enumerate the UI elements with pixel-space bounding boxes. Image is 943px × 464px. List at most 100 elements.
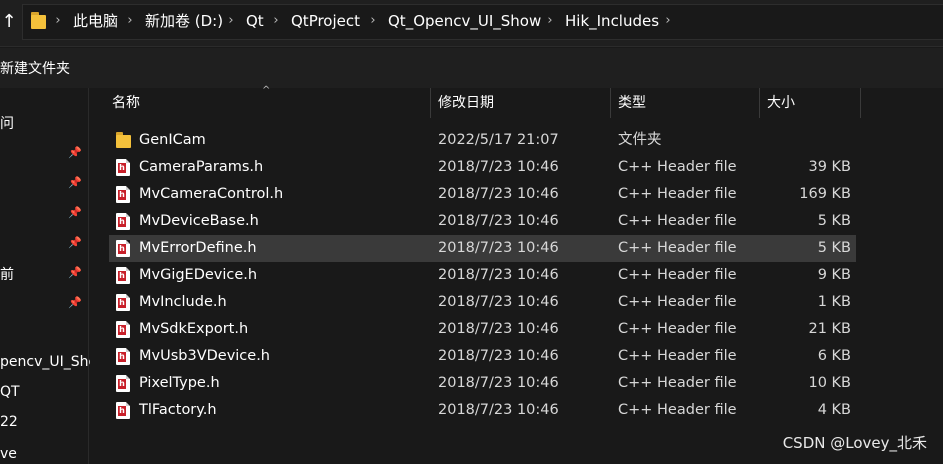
breadcrumb-qtproject[interactable]: QtProject: [291, 11, 360, 31]
sort-ascending-icon: ^: [262, 85, 271, 96]
nav-item[interactable]: QT: [0, 384, 20, 400]
file-size: 6 KB: [817, 348, 851, 364]
up-arrow-icon[interactable]: ↑: [0, 10, 18, 34]
file-type: C++ Header file: [618, 348, 737, 364]
file-size: 9 KB: [817, 267, 851, 283]
header-file-icon: h: [116, 402, 130, 419]
file-date: 2018/7/23 10:46: [438, 186, 559, 202]
navigation-pane: 问 📌 📌 📌 📌 前 📌 📌 pencv_UI_Sho QT 22 ve: [0, 88, 90, 464]
file-size: 1 KB: [817, 294, 851, 310]
file-row[interactable]: h MvGigEDevice.h 2018/7/23 10:46 C++ Hea…: [109, 262, 856, 289]
chevron-right-icon[interactable]: ›: [368, 11, 378, 31]
file-size: 5 KB: [817, 213, 851, 229]
header-file-icon: h: [116, 375, 130, 392]
pin-icon[interactable]: 📌: [68, 296, 82, 310]
chevron-right-icon[interactable]: ›: [663, 11, 673, 31]
breadcrumb-this-pc[interactable]: 此电脑: [73, 11, 118, 31]
file-size: [759, 127, 851, 154]
folder-icon: [116, 132, 131, 148]
address-bar: ↑ › 此电脑 › 新加卷 (D:) › Qt › QtProject › Qt…: [0, 0, 943, 47]
file-name: PixelType.h: [139, 375, 220, 391]
file-date: 2018/7/23 10:46: [438, 321, 559, 337]
file-name: MvGigEDevice.h: [139, 267, 258, 283]
file-size: 39 KB: [808, 159, 851, 175]
file-type: C++ Header file: [618, 186, 737, 202]
file-size: 169 KB: [799, 186, 851, 202]
header-file-icon: h: [116, 348, 130, 365]
nav-item[interactable]: 问: [0, 113, 14, 133]
pin-icon[interactable]: 📌: [68, 176, 82, 190]
file-type: C++ Header file: [618, 375, 737, 391]
header-file-icon: h: [116, 186, 130, 203]
nav-item[interactable]: pencv_UI_Sho: [0, 354, 90, 370]
file-date: 2022/5/17 21:07: [438, 132, 559, 148]
file-row[interactable]: h MvUsb3VDevice.h 2018/7/23 10:46 C++ He…: [109, 343, 856, 370]
chevron-right-icon[interactable]: ›: [125, 11, 135, 31]
file-date: 2018/7/23 10:46: [438, 267, 559, 283]
watermark: CSDN @Lovey_北禾: [782, 434, 927, 452]
file-name: MvErrorDefine.h: [139, 240, 257, 256]
nav-item[interactable]: 22: [0, 414, 18, 430]
column-divider[interactable]: [610, 88, 611, 118]
pin-icon[interactable]: 📌: [68, 236, 82, 250]
column-header-type[interactable]: 类型: [618, 88, 646, 118]
file-row[interactable]: h PixelType.h 2018/7/23 10:46 C++ Header…: [109, 370, 856, 397]
header-file-icon: h: [116, 159, 130, 176]
pane-divider[interactable]: [88, 88, 89, 464]
breadcrumb-hik-includes[interactable]: Hik_Includes: [565, 11, 659, 31]
file-date: 2018/7/23 10:46: [438, 348, 559, 364]
breadcrumb-drive-d[interactable]: 新加卷 (D:): [145, 11, 223, 31]
file-type: 文件夹: [618, 132, 662, 148]
file-date: 2018/7/23 10:46: [438, 159, 559, 175]
file-type: C++ Header file: [618, 213, 737, 229]
file-type: C++ Header file: [618, 321, 737, 337]
breadcrumb-qt[interactable]: Qt: [246, 11, 264, 31]
file-type: C++ Header file: [618, 159, 737, 175]
pin-icon[interactable]: 📌: [68, 206, 82, 220]
file-name: GenICam: [139, 132, 206, 148]
column-divider[interactable]: [860, 88, 861, 118]
command-bar: 新建文件夹: [0, 48, 943, 88]
file-name: CameraParams.h: [139, 159, 264, 175]
header-file-icon: h: [116, 267, 130, 284]
file-row-selected[interactable]: h MvErrorDefine.h 2018/7/23 10:46 C++ He…: [109, 235, 856, 262]
file-row[interactable]: h CameraParams.h 2018/7/23 10:46 C++ Hea…: [109, 154, 856, 181]
pin-icon[interactable]: 📌: [68, 266, 82, 280]
file-date: 2018/7/23 10:46: [438, 375, 559, 391]
column-header-name[interactable]: 名称: [112, 88, 140, 118]
column-header-size[interactable]: 大小: [767, 88, 795, 118]
column-divider[interactable]: [759, 88, 760, 118]
column-headers: ^ 名称 修改日期 类型 大小: [90, 85, 943, 118]
file-name: MvSdkExport.h: [139, 321, 249, 337]
nav-item[interactable]: 前: [0, 264, 14, 284]
file-date: 2018/7/23 10:46: [438, 213, 559, 229]
file-name: MvCameraControl.h: [139, 186, 284, 202]
header-file-icon: h: [116, 240, 130, 257]
column-header-date[interactable]: 修改日期: [438, 88, 494, 118]
file-row[interactable]: h MvCameraControl.h 2018/7/23 10:46 C++ …: [109, 181, 856, 208]
file-size: 4 KB: [817, 402, 851, 418]
header-file-icon: h: [116, 213, 130, 230]
chevron-right-icon[interactable]: ›: [53, 11, 63, 31]
nav-item[interactable]: ve: [0, 446, 17, 462]
file-name: MvUsb3VDevice.h: [139, 348, 270, 364]
column-divider[interactable]: [430, 88, 431, 118]
pin-icon[interactable]: 📌: [68, 146, 82, 160]
new-folder-button[interactable]: 新建文件夹: [0, 58, 70, 78]
file-row[interactable]: h MvDeviceBase.h 2018/7/23 10:46 C++ Hea…: [109, 208, 856, 235]
file-row[interactable]: h MvSdkExport.h 2018/7/23 10:46 C++ Head…: [109, 316, 856, 343]
file-row[interactable]: h MvInclude.h 2018/7/23 10:46 C++ Header…: [109, 289, 856, 316]
file-date: 2018/7/23 10:46: [438, 402, 559, 418]
file-size: 10 KB: [808, 375, 851, 391]
file-row[interactable]: h TlFactory.h 2018/7/23 10:46 C++ Header…: [109, 397, 856, 424]
file-row[interactable]: GenICam 2022/5/17 21:07 文件夹: [109, 127, 856, 154]
chevron-right-icon[interactable]: ›: [545, 11, 555, 31]
file-type: C++ Header file: [618, 294, 737, 310]
chevron-right-icon[interactable]: ›: [226, 11, 236, 31]
file-size: 21 KB: [808, 321, 851, 337]
file-name: MvInclude.h: [139, 294, 227, 310]
chevron-right-icon[interactable]: ›: [271, 11, 281, 31]
breadcrumb-qt-opencv-ui-show[interactable]: Qt_Opencv_UI_Show: [388, 11, 541, 31]
file-type: C++ Header file: [618, 267, 737, 283]
file-type: C++ Header file: [618, 240, 737, 256]
